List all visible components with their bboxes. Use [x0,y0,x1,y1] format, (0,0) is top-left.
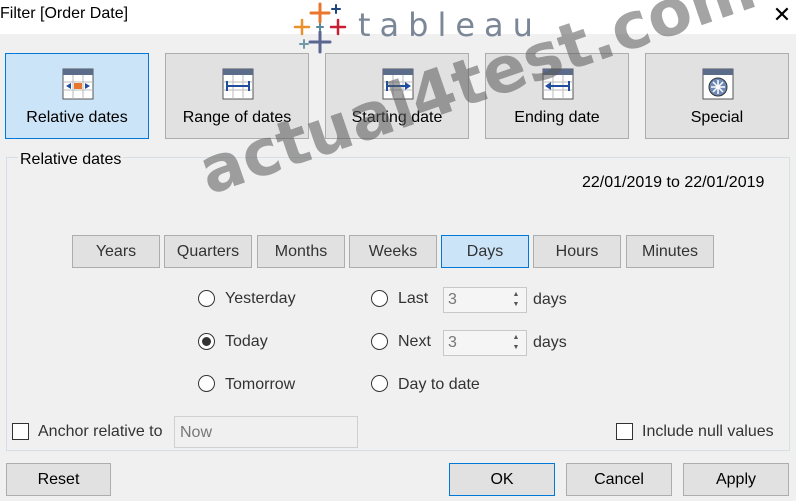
special-button[interactable]: Special [645,53,789,139]
today-radio[interactable] [198,333,215,350]
range-of-dates-button[interactable]: Range of dates [165,53,309,139]
last-count-stepper[interactable]: 3 ▲ ▼ [443,287,527,313]
anchor-relative-checkbox[interactable] [12,423,29,440]
anchor-date-input[interactable]: Now [174,416,358,448]
ending-date-button[interactable]: Ending date [485,53,629,139]
unit-weeks-button[interactable]: Weeks [349,235,437,268]
last-unit-label: days [533,291,567,308]
tomorrow-radio[interactable] [198,375,215,392]
last-count-value: 3 [448,291,457,308]
range-of-dates-icon [222,68,254,100]
next-count-stepper[interactable]: 3 ▲ ▼ [443,330,527,356]
starting-date-button[interactable]: Starting date [325,53,469,139]
yesterday-label: Yesterday [225,290,296,307]
anchor-date-value: Now [180,424,213,441]
tableau-plus-icon [293,2,347,54]
ending-date-label: Ending date [514,109,600,126]
last-radio[interactable] [371,290,388,307]
special-label: Special [690,109,744,126]
unit-quarters-button[interactable]: Quarters [164,235,252,268]
next-count-value: 3 [448,334,457,351]
relative-dates-group-label: Relative dates [18,151,124,169]
unit-minutes-button[interactable]: Minutes [626,235,714,268]
range-of-dates-label: Range of dates [182,109,292,126]
tableau-wordmark: tableau [358,6,542,44]
relative-dates-label: Relative dates [26,109,128,126]
close-button[interactable]: ✕ [770,2,794,28]
ok-button[interactable]: OK [449,463,555,496]
reset-button[interactable]: Reset [6,463,111,496]
stepper-arrows: ▲ ▼ [508,333,524,353]
window-title: Filter [Order Date] [0,5,129,22]
title-bar: Filter [Order Date] tableau ✕ [0,0,796,54]
unit-months-button[interactable]: Months [257,235,345,268]
tableau-logo: tableau [290,2,560,54]
ending-date-icon [542,68,574,100]
special-icon [702,68,734,100]
last-count-up-icon[interactable]: ▲ [508,290,524,300]
last-count-down-icon[interactable]: ▼ [508,300,524,310]
to-date-label: Day to date [398,376,480,393]
next-label: Next [398,333,431,350]
next-count-up-icon[interactable]: ▲ [508,333,524,343]
apply-button[interactable]: Apply [683,463,789,496]
starting-date-label: Starting date [351,109,443,126]
tomorrow-label: Tomorrow [225,376,296,393]
date-range-text: 22/01/2019 to 22/01/2019 [582,174,765,191]
stepper-arrows: ▲ ▼ [508,290,524,310]
next-count-down-icon[interactable]: ▼ [508,343,524,353]
next-radio[interactable] [371,333,388,350]
to-date-radio[interactable] [371,375,388,392]
starting-date-icon [382,68,414,100]
unit-hours-button[interactable]: Hours [533,235,621,268]
cancel-button[interactable]: Cancel [566,463,672,496]
last-label: Last [398,290,429,307]
relative-dates-button[interactable]: Relative dates [5,53,149,139]
next-unit-label: days [533,334,567,351]
yesterday-radio[interactable] [198,290,215,307]
include-null-checkbox[interactable] [616,423,633,440]
unit-years-button[interactable]: Years [72,235,160,268]
anchor-relative-label: Anchor relative to [38,423,163,440]
today-label: Today [225,333,268,350]
include-null-label: Include null values [642,423,774,440]
unit-days-button[interactable]: Days [441,235,529,268]
relative-dates-icon [62,68,94,100]
